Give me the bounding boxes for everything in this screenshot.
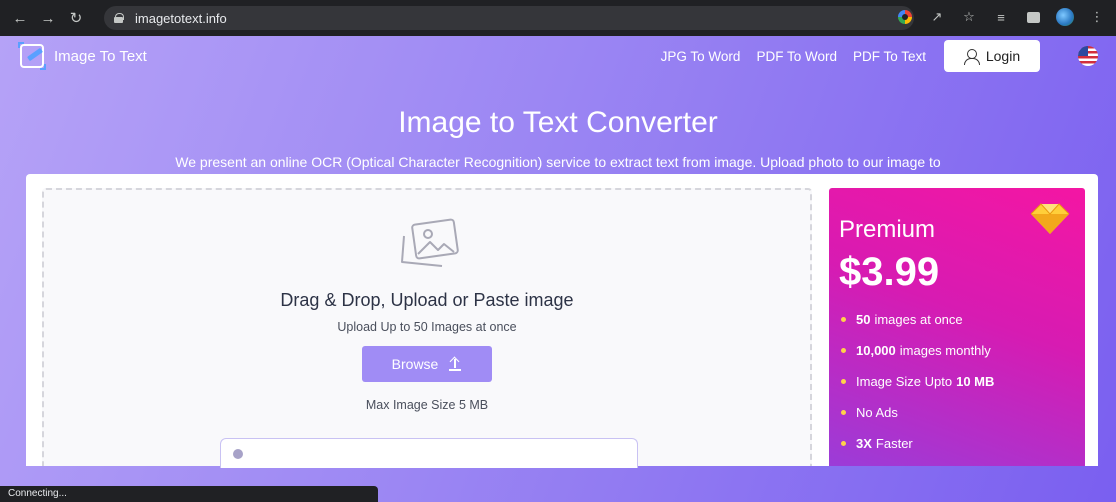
premium-feature: 10,000 images monthly bbox=[841, 335, 994, 366]
bullet-icon bbox=[841, 317, 846, 322]
nav-link-pdf-to-word[interactable]: PDF To Word bbox=[756, 49, 837, 64]
feature-text: No Ads bbox=[856, 405, 898, 420]
share-icon[interactable]: ↗ bbox=[926, 6, 948, 28]
address-bar[interactable]: imagetotext.info bbox=[104, 6, 914, 30]
browser-nav-buttons: ← → ↻ bbox=[0, 6, 104, 30]
upload-dropzone[interactable]: Drag & Drop, Upload or Paste image Uploa… bbox=[42, 188, 812, 468]
site-navbar: Image To Text JPG To Word PDF To Word PD… bbox=[0, 36, 1116, 76]
login-button[interactable]: Login bbox=[944, 40, 1040, 72]
feature-highlight: 3X bbox=[856, 436, 872, 451]
browser-menu-icon[interactable]: ⋮ bbox=[1086, 6, 1108, 28]
address-url: imagetotext.info bbox=[135, 10, 227, 26]
forward-arrow-icon[interactable]: → bbox=[36, 6, 60, 30]
nav-links: JPG To Word PDF To Word PDF To Text Logi… bbox=[661, 40, 1098, 72]
upload-icon bbox=[448, 357, 462, 371]
bullet-icon bbox=[841, 410, 846, 415]
brand-name[interactable]: Image To Text bbox=[54, 48, 147, 65]
google-icon[interactable] bbox=[894, 6, 916, 28]
lock-icon bbox=[114, 13, 124, 23]
premium-feature: 3X Faster bbox=[841, 428, 994, 459]
logo-icon[interactable] bbox=[18, 42, 46, 70]
browser-status-bubble: Connecting... bbox=[0, 486, 378, 502]
premium-price: $3.99 bbox=[839, 250, 940, 294]
premium-feature: 50 images at once bbox=[841, 304, 994, 335]
nav-link-jpg-to-word[interactable]: JPG To Word bbox=[661, 49, 741, 64]
bullet-icon bbox=[841, 348, 846, 353]
premium-card[interactable]: Premium $3.99 50 images at once 10,000 i… bbox=[829, 188, 1085, 466]
premium-title: Premium bbox=[839, 216, 936, 243]
feature-text: images at once bbox=[874, 312, 963, 327]
extension-globe-icon[interactable] bbox=[1054, 6, 1076, 28]
user-icon bbox=[963, 48, 980, 65]
dropzone-subtitle: Upload Up to 50 Images at once bbox=[337, 320, 517, 334]
image-placeholder-icon bbox=[401, 218, 459, 267]
feature-highlight: 10,000 bbox=[856, 343, 896, 358]
nav-link-pdf-to-text[interactable]: PDF To Text bbox=[853, 49, 926, 64]
premium-feature: Image Size Upto 10 MB bbox=[841, 366, 994, 397]
browser-actions: ↗ ☆ ≡ ⋮ bbox=[894, 6, 1108, 28]
reload-icon[interactable]: ↻ bbox=[64, 6, 88, 30]
feature-text: Image Size Upto bbox=[856, 374, 953, 389]
page-title: Image to Text Converter bbox=[398, 106, 718, 139]
premium-feature: No Ads bbox=[841, 397, 994, 428]
side-panel-icon[interactable] bbox=[1022, 6, 1044, 28]
bullet-icon bbox=[841, 379, 846, 384]
premium-features: 50 images at once 10,000 images monthly … bbox=[841, 304, 994, 459]
bookmark-star-icon[interactable]: ☆ bbox=[958, 6, 980, 28]
diamond-icon bbox=[1030, 203, 1070, 234]
login-label: Login bbox=[985, 48, 1021, 64]
url-input[interactable] bbox=[220, 438, 638, 468]
bullet-icon bbox=[841, 441, 846, 446]
dropzone-title: Drag & Drop, Upload or Paste image bbox=[280, 290, 574, 310]
reading-list-icon[interactable]: ≡ bbox=[990, 6, 1012, 28]
max-image-size: Max Image Size 5 MB bbox=[365, 398, 489, 412]
feature-highlight: 50 bbox=[856, 312, 871, 327]
feature-text: images monthly bbox=[899, 343, 991, 358]
link-icon bbox=[233, 449, 243, 459]
us-flag-icon[interactable] bbox=[1078, 46, 1098, 66]
feature-highlight: 10 MB bbox=[956, 374, 995, 389]
back-arrow-icon[interactable]: ← bbox=[8, 6, 32, 30]
browse-label: Browse bbox=[391, 356, 439, 372]
converter-card: Drag & Drop, Upload or Paste image Uploa… bbox=[26, 174, 1098, 468]
feature-text: Faster bbox=[875, 436, 913, 451]
browse-button[interactable]: Browse bbox=[362, 346, 492, 382]
browser-toolbar: ← → ↻ imagetotext.info ↗ ☆ ≡ ⋮ bbox=[0, 0, 1116, 36]
